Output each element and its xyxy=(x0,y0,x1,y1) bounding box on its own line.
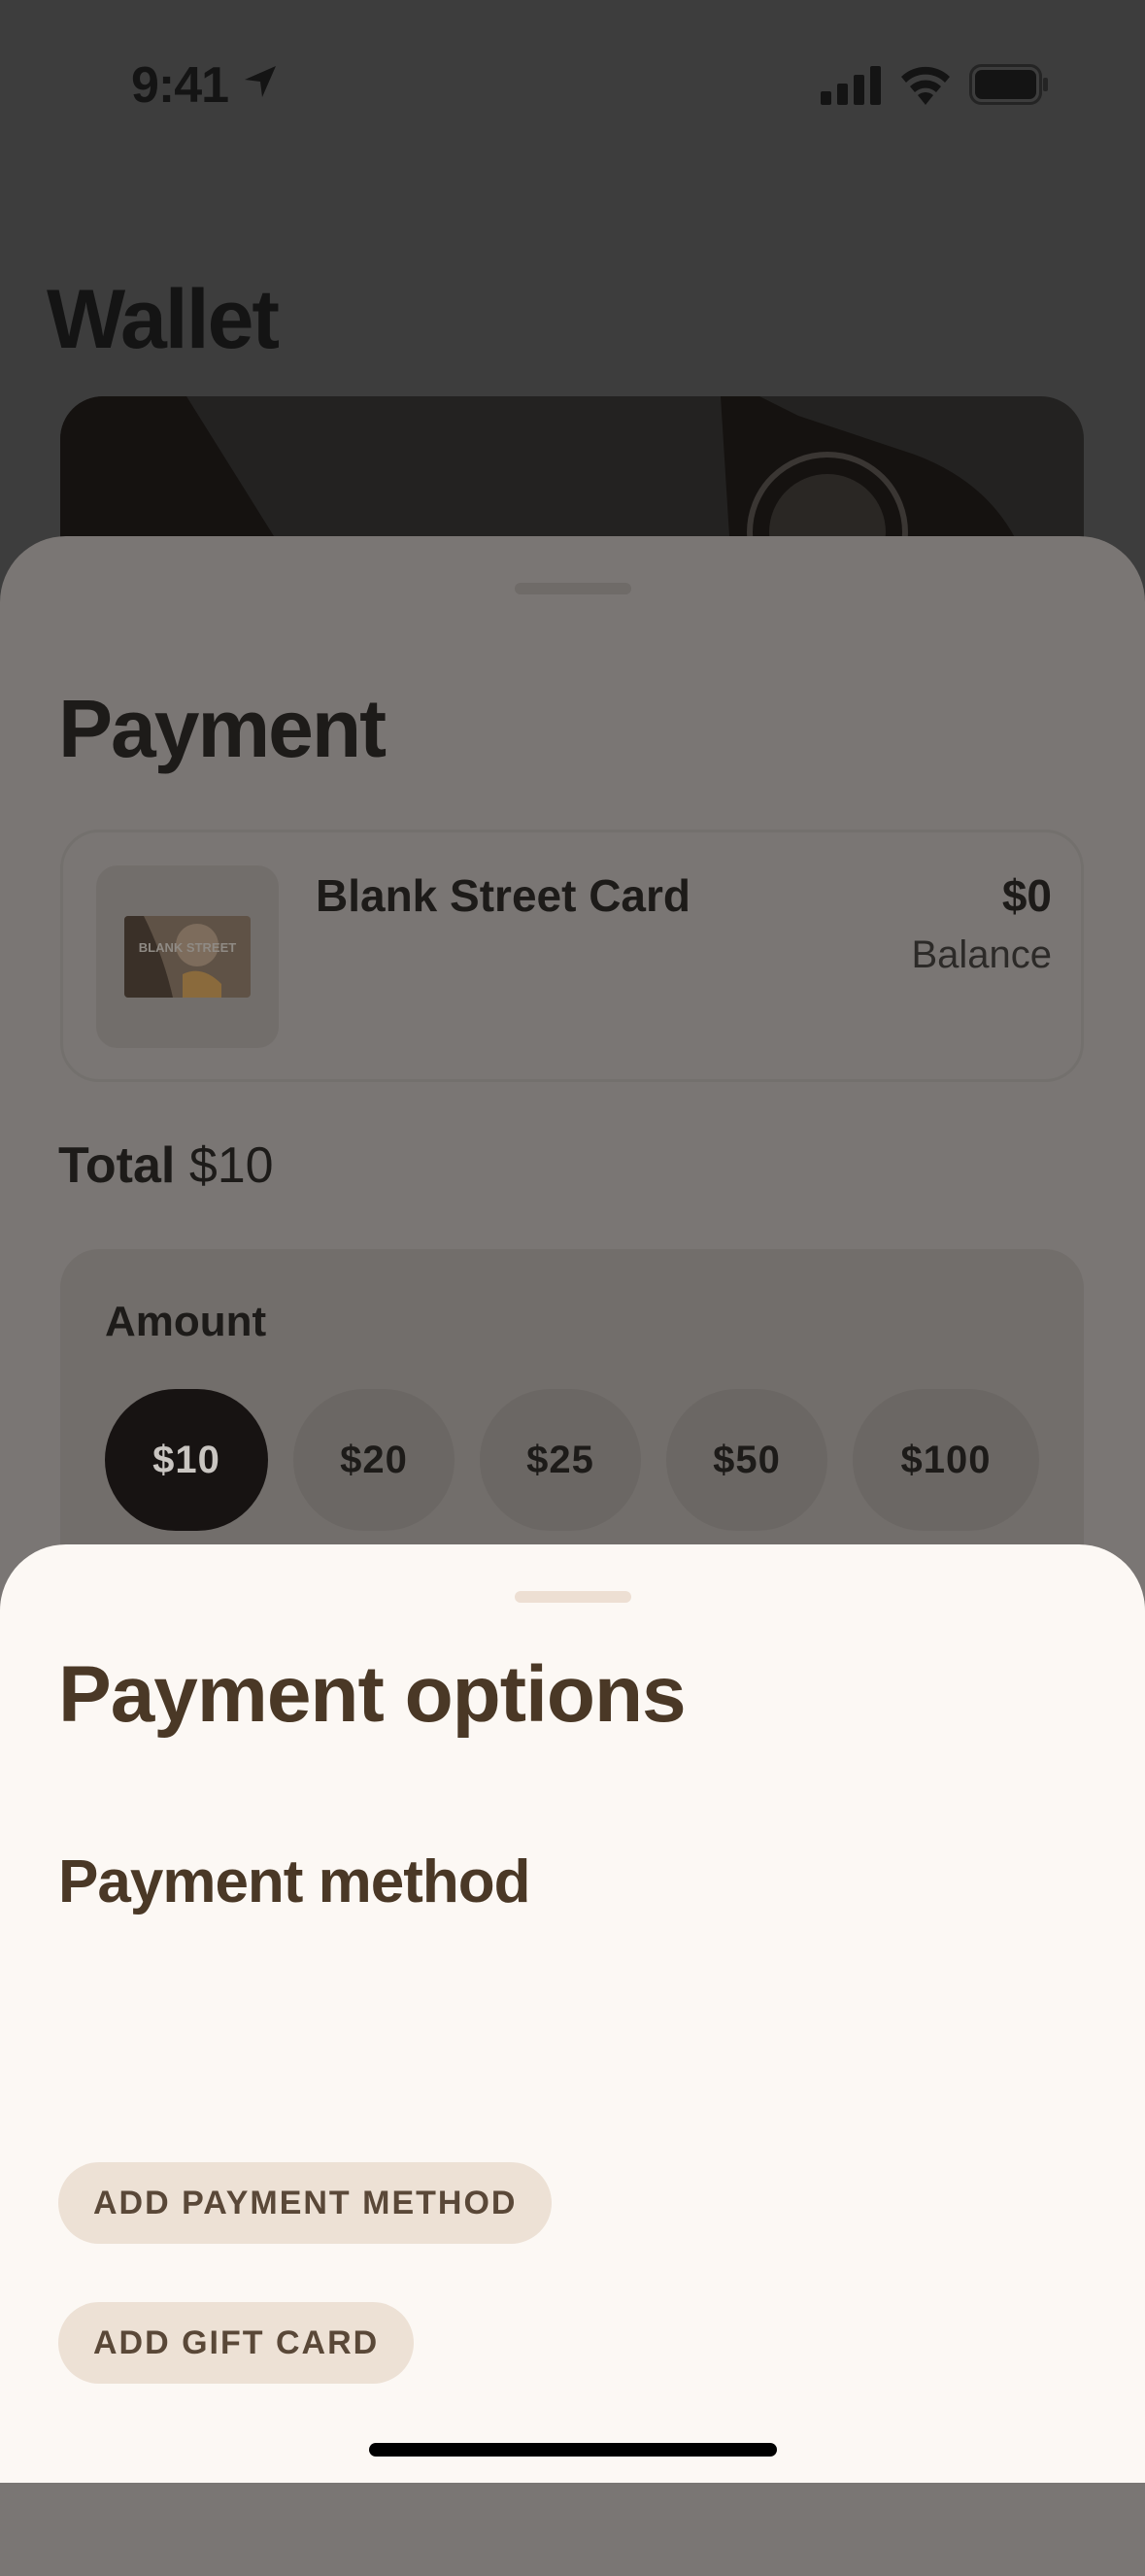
home-indicator[interactable] xyxy=(369,2443,777,2457)
signal-bars-icon xyxy=(821,66,881,105)
card-thumbnail-text: BLANK STREET xyxy=(138,940,237,955)
payment-title: Payment xyxy=(58,683,387,774)
wallet-title: Wallet xyxy=(47,273,280,366)
add-gift-card-button[interactable]: ADD GIFT CARD xyxy=(58,2302,415,2384)
amount-option-20[interactable]: $20 xyxy=(293,1389,455,1531)
status-time: 9:41 xyxy=(131,57,229,114)
add-payment-method-button[interactable]: ADD PAYMENT METHOD xyxy=(58,2162,553,2244)
total-value: $10 xyxy=(188,1137,274,1194)
card-thumbnail: BLANK STREET xyxy=(124,916,251,998)
amount-option-50[interactable]: $50 xyxy=(666,1389,827,1531)
location-arrow-icon xyxy=(245,66,276,97)
card-name: Blank Street Card xyxy=(316,870,691,921)
options-sheet-grabber[interactable] xyxy=(515,1591,631,1603)
card-amount: $0 xyxy=(1001,870,1052,921)
payment-options-sheet: Payment options Payment method ADD PAYME… xyxy=(0,1544,1145,2483)
amount-option-100[interactable]: $100 xyxy=(853,1389,1039,1531)
payment-sheet-grabber[interactable] xyxy=(515,583,631,594)
blank-street-card-row[interactable]: BLANK STREET Blank Street Card $0 Balanc… xyxy=(60,830,1084,1082)
payment-method-heading: Payment method xyxy=(58,1848,531,1915)
wifi-icon xyxy=(901,66,950,105)
total-label: Total xyxy=(58,1137,176,1194)
total-line: Total $10 xyxy=(58,1136,274,1195)
amount-option-10[interactable]: $10 xyxy=(105,1389,268,1531)
card-balance-label: Balance xyxy=(911,933,1052,976)
payment-options-title: Payment options xyxy=(58,1650,687,1739)
battery-icon xyxy=(969,64,1048,105)
amount-label: Amount xyxy=(105,1298,267,1345)
card-thumbnail-frame: BLANK STREET xyxy=(96,865,279,1048)
card-thumbnail-art xyxy=(124,916,221,998)
amount-option-25[interactable]: $25 xyxy=(480,1389,641,1531)
